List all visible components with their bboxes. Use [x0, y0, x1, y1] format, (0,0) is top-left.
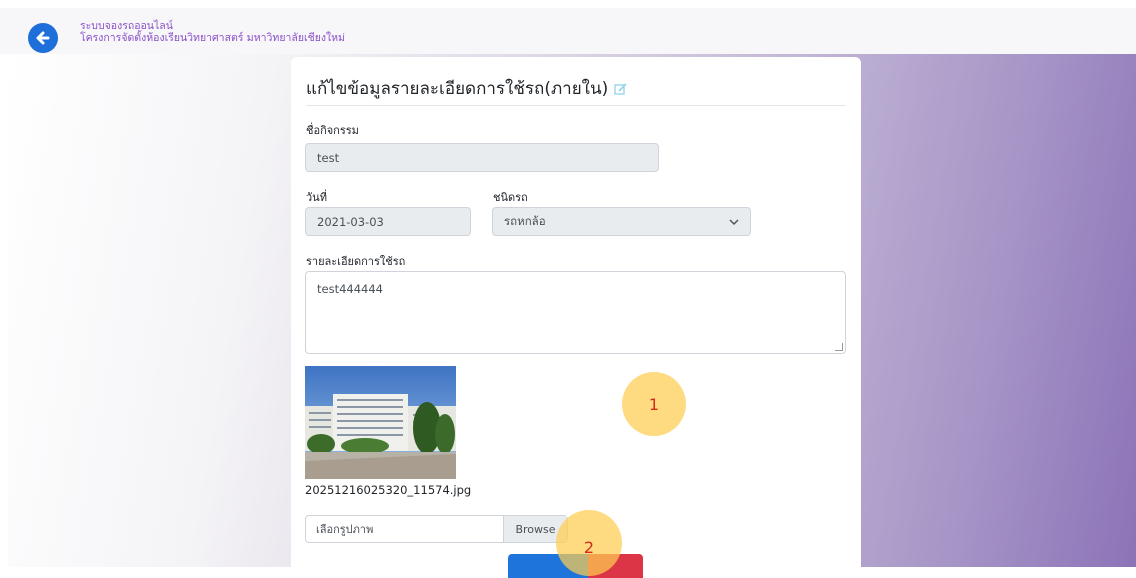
details-textarea[interactable]: test444444 — [305, 271, 846, 354]
annotation-marker-1-label: 1 — [648, 394, 660, 414]
edit-form-card: แก้ไขข้อมูลรายละเอียดการใช้รถ(ภายใน) ชื่… — [291, 57, 861, 578]
image-filename: 20251216025320_11574.jpg — [305, 483, 472, 497]
activity-value: test — [317, 150, 340, 165]
brand-line-2: โครงการจัดตั้งห้องเรียนวิทยาศาสตร์ มหาวิ… — [80, 32, 345, 44]
vehicle-type-label: ชนิดรถ — [493, 191, 528, 204]
date-label: วันที่ — [306, 191, 327, 204]
edit-icon — [614, 82, 627, 95]
back-icon[interactable] — [28, 23, 58, 53]
brand-title[interactable]: ระบบจองรถออนไลน์ โครงการจัดตั้งห้องเรียน… — [80, 20, 345, 44]
image-file-input[interactable]: เลือกรูปภาพ Browse — [305, 515, 568, 543]
date-input[interactable]: 2021-03-03 — [305, 207, 471, 236]
vehicle-type-value: รถหกล้อ — [504, 213, 546, 228]
annotation-marker-2-label: 2 — [583, 538, 595, 557]
vehicle-type-select[interactable]: รถหกล้อ — [492, 207, 751, 236]
activity-label: ชื่อกิจกรรม — [306, 124, 359, 137]
annotation-marker-1: 1 — [622, 372, 686, 436]
activity-input[interactable]: test — [305, 143, 659, 172]
resize-handle[interactable] — [835, 343, 843, 351]
page-title-text: แก้ไขข้อมูลรายละเอียดการใช้รถ(ภายใน) — [306, 79, 609, 99]
page-title: แก้ไขข้อมูลรายละเอียดการใช้รถ(ภายใน) — [306, 75, 628, 102]
brand-line-1: ระบบจองรถออนไลน์ — [80, 20, 173, 32]
details-value: test444444 — [317, 282, 383, 296]
divider — [306, 105, 846, 106]
chevron-down-icon — [729, 219, 739, 225]
vehicle-photo — [305, 366, 456, 479]
top-navbar: ระบบจองรถออนไลน์ โครงการจัดตั้งห้องเรียน… — [0, 8, 1136, 54]
date-value: 2021-03-03 — [317, 214, 384, 229]
details-label: รายละเอียดการใช้รถ — [306, 255, 406, 268]
file-placeholder: เลือกรูปภาพ — [316, 523, 374, 536]
annotation-marker-2: 2 — [556, 510, 622, 576]
